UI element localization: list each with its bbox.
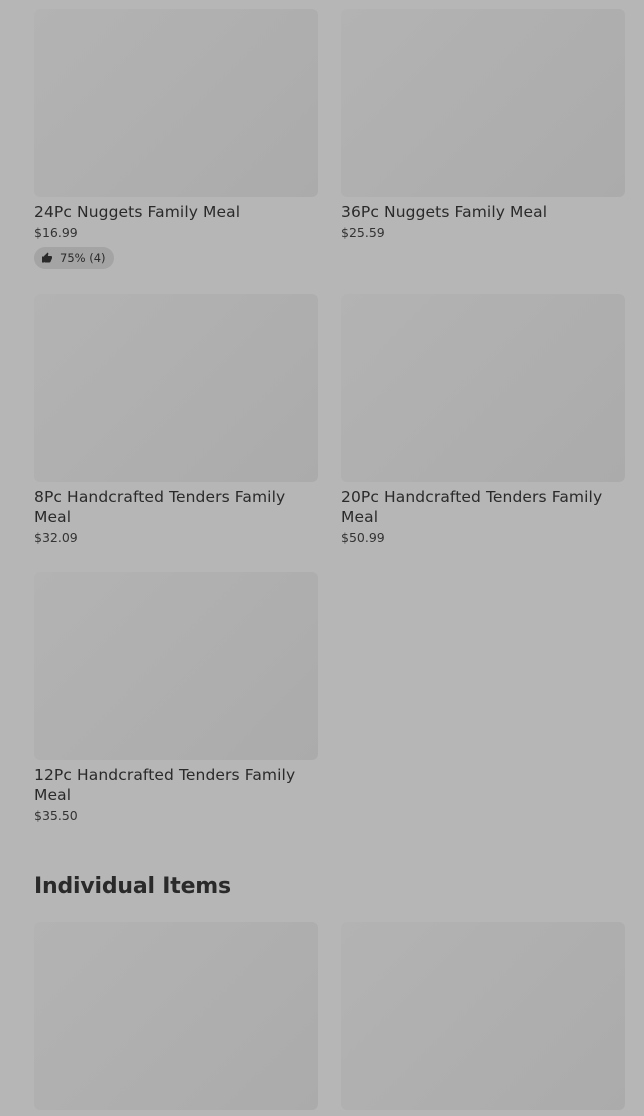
item-image[interactable] [34,922,318,1110]
item-name: 24Pc Nuggets Family Meal [34,203,241,221]
item-image[interactable] [341,922,625,1110]
item-price: $50.99 [341,530,385,545]
menu-item-card[interactable]: 20Pc Handcrafted Tenders Family Meal $50… [341,294,625,546]
menu-item-card[interactable]: 36Pc Nuggets Family Meal $25.59 [341,9,625,241]
item-price: $25.59 [341,225,385,240]
item-price: $35.50 [34,808,78,823]
item-image[interactable] [34,9,318,197]
item-image[interactable] [34,294,318,482]
item-name: 12Pc Handcrafted Tenders Family Meal [34,766,296,804]
rating-badge: 75% (4) [34,247,114,269]
thumbs-up-icon [42,252,52,263]
rating-count: (4) [89,251,106,265]
menu-item-card[interactable]: 8Pc Handcrafted Tenders Family Meal $32.… [34,294,318,546]
item-name: 8Pc Handcrafted Tenders Family Meal [34,488,286,526]
menu-item-card[interactable] [341,922,625,1110]
rating-percent: 75% [60,251,86,265]
item-price: $16.99 [34,225,78,240]
menu-item-card[interactable]: 12Pc Handcrafted Tenders Family Meal $35… [34,572,318,824]
section-title-individual-items: Individual Items [34,874,231,899]
menu-item-card[interactable] [34,922,318,1110]
item-image[interactable] [34,572,318,760]
menu-page: 24Pc Nuggets Family Meal $16.99 75% (4) … [0,0,644,1116]
item-name: 36Pc Nuggets Family Meal [341,203,548,221]
menu-item-card[interactable]: 24Pc Nuggets Family Meal $16.99 75% (4) [34,9,318,269]
item-image[interactable] [341,9,625,197]
item-image[interactable] [341,294,625,482]
item-name: 20Pc Handcrafted Tenders Family Meal [341,488,603,526]
item-price: $32.09 [34,530,78,545]
